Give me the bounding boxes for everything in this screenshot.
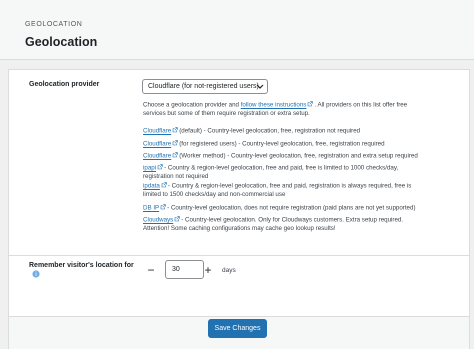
remember-days-input[interactable]: 30 bbox=[165, 260, 204, 279]
page-header: GEOLOCATION Geolocation bbox=[0, 0, 474, 60]
plus-icon[interactable]: + bbox=[203, 264, 213, 276]
select-value: Cloudflare (for not-registered users) bbox=[148, 83, 259, 90]
provider-description: (for registered users) - Country-level g… bbox=[179, 140, 385, 148]
geolocation-provider-label: Geolocation provider bbox=[29, 81, 100, 88]
provider-description: - Country & region-level geolocation, fr… bbox=[164, 164, 399, 172]
provider-description: - Country & region-level geolocation, fr… bbox=[167, 182, 412, 190]
provider-description: (Worker method) - Country-level geolocat… bbox=[179, 152, 418, 160]
external-link-icon bbox=[157, 164, 163, 170]
provider-link[interactable]: Cloudflare bbox=[143, 141, 171, 148]
provider-item: ipapi - Country & region-level geolocatio… bbox=[143, 164, 398, 182]
provider-link[interactable]: ipdata bbox=[143, 183, 160, 190]
svg-text:i: i bbox=[35, 272, 36, 278]
provider-item: Cloudways - Country-level geolocation. On… bbox=[143, 216, 403, 234]
intro-text-end: . All providers on this list offer free bbox=[314, 101, 408, 109]
provider-description: Attention! Some caching configurations m… bbox=[143, 225, 336, 232]
provider-link[interactable]: Cloudflare bbox=[143, 128, 171, 135]
provider-intro: Choose a geolocation provider and follow… bbox=[143, 101, 407, 119]
chevron-down-icon bbox=[256, 84, 264, 89]
provider-link[interactable]: ipapi bbox=[143, 165, 156, 172]
provider-item: Cloudflare (Worker method) - Country-leve… bbox=[143, 152, 418, 161]
provider-description: - Country-level geolocation. Only for Cl… bbox=[181, 216, 404, 224]
help-icon[interactable]: i bbox=[32, 270, 40, 278]
settings-card: Geolocation provider Cloudflare (for not… bbox=[8, 69, 470, 349]
provider-item: Cloudflare (for registered users) - Count… bbox=[143, 140, 385, 149]
provider-description: (default) - Country-level geolocation, f… bbox=[179, 127, 361, 135]
instructions-link[interactable]: follow these instructions bbox=[241, 102, 307, 109]
external-link-icon bbox=[172, 140, 178, 146]
provider-link[interactable]: Cloudflare bbox=[143, 153, 171, 160]
provider-item: Cloudflare (default) - Country-level geol… bbox=[143, 127, 360, 136]
provider-description: limited to 1500 checks/day and non-comme… bbox=[143, 191, 286, 198]
external-link-icon bbox=[308, 101, 314, 107]
row-divider bbox=[9, 255, 469, 256]
provider-description: registration not required bbox=[143, 173, 209, 180]
external-link-icon bbox=[172, 127, 178, 133]
intro-text-line2: services but some of them require regist… bbox=[143, 110, 310, 117]
external-link-icon bbox=[174, 216, 180, 222]
minus-icon[interactable]: − bbox=[146, 264, 156, 276]
external-link-icon bbox=[160, 204, 166, 210]
geolocation-provider-select[interactable]: Cloudflare (for not-registered users) bbox=[142, 79, 268, 94]
days-unit-label: days bbox=[222, 267, 236, 274]
provider-link[interactable]: Cloudways bbox=[143, 217, 173, 224]
provider-description: - Country-level geolocation, does not re… bbox=[167, 204, 416, 212]
external-link-icon bbox=[172, 152, 178, 158]
intro-text: Choose a geolocation provider and bbox=[143, 101, 241, 109]
provider-item: ipdata - Country & region-level geolocati… bbox=[143, 182, 411, 200]
breadcrumb: GEOLOCATION bbox=[25, 21, 83, 28]
remember-location-label: Remember visitor's location for bbox=[29, 262, 134, 269]
page-title: Geolocation bbox=[25, 35, 98, 49]
save-changes-button[interactable]: Save Changes bbox=[208, 319, 267, 338]
provider-link[interactable]: DB IP bbox=[143, 205, 159, 212]
provider-item: DB IP - Country-level geolocation, does n… bbox=[143, 204, 416, 213]
external-link-icon bbox=[161, 182, 167, 188]
